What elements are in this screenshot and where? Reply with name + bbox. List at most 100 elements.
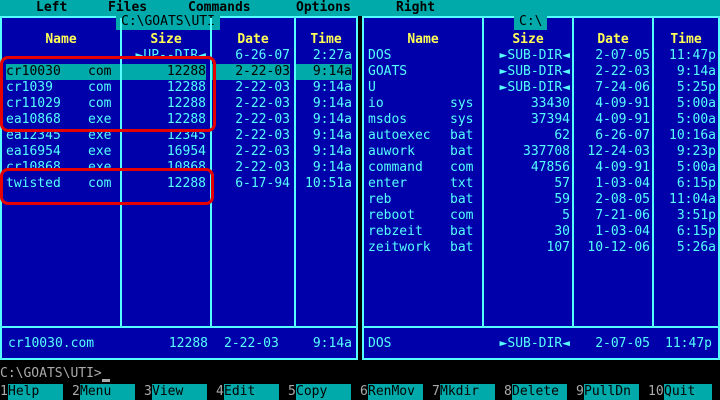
file-date: 2-22-03 xyxy=(595,64,650,79)
file-name: DOS xyxy=(368,48,392,63)
file-time: 5:00a xyxy=(676,96,716,111)
header-size[interactable]: Size xyxy=(122,32,210,48)
fkey-menu[interactable]: 2 Menu xyxy=(72,384,144,400)
file-row[interactable]: DOS ►SUB-DIR◄ 2-07-05 11:47p xyxy=(362,48,720,64)
fkey-mkdir[interactable]: 7 Mkdir xyxy=(432,384,504,400)
right-status-date: 2-07-05 xyxy=(595,336,650,351)
menu-left[interactable]: Left xyxy=(36,0,67,16)
command-line[interactable]: C:\GOATS\UTI> xyxy=(0,366,720,382)
file-time: 9:14a xyxy=(312,160,352,175)
file-time: 9:14a xyxy=(676,64,716,79)
menu-right[interactable]: Right xyxy=(396,0,435,16)
file-date: 2-22-03 xyxy=(235,80,290,95)
file-time: 9:14a xyxy=(312,80,352,95)
header-size[interactable]: Size xyxy=(484,32,572,48)
file-row[interactable]: GOATS ►SUB-DIR◄ 2-22-03 9:14a xyxy=(362,64,720,80)
fkey-pulldn[interactable]: 9 PullDn xyxy=(576,384,648,400)
right-status-name: DOS xyxy=(368,336,392,351)
file-date: 2-22-03 xyxy=(235,128,290,143)
file-row[interactable]: reb bat 59 2-08-05 11:04a xyxy=(362,192,720,208)
file-name: enter xyxy=(368,176,408,191)
file-row[interactable]: io sys 33430 4-09-91 5:00a xyxy=(362,96,720,112)
file-row[interactable]: command com 47856 4-09-91 5:00a xyxy=(362,160,720,176)
file-size: 47856 xyxy=(530,160,570,175)
file-extension: bat xyxy=(450,144,474,159)
file-date: 6-26-07 xyxy=(235,48,290,63)
file-name: command xyxy=(368,160,423,175)
file-row[interactable]: zeitwork bat 107 10-12-06 5:26a xyxy=(362,240,720,256)
file-name: reb xyxy=(368,192,392,207)
file-extension: exe xyxy=(88,144,112,159)
function-key-bar: 1 Help 2 Menu 3 View 4 Edit 5 Copy 6 RenMov 7 Mkdir 8 D… xyxy=(0,384,720,400)
file-name: msdos xyxy=(368,112,408,127)
file-date: 12-24-03 xyxy=(587,144,650,159)
file-row[interactable]: msdos sys 37394 4-09-91 5:00a xyxy=(362,112,720,128)
header-date[interactable]: Date xyxy=(574,32,652,48)
header-time[interactable]: Time xyxy=(296,32,356,48)
file-extension: txt xyxy=(450,176,474,191)
fkey-label: RenMov xyxy=(368,384,423,400)
menu-options[interactable]: Options xyxy=(296,0,351,16)
file-size: 62 xyxy=(554,128,570,143)
file-size: 57 xyxy=(554,176,570,191)
file-size: 37394 xyxy=(530,112,570,127)
file-size: ►SUB-DIR◄ xyxy=(499,80,570,95)
file-date: 2-22-03 xyxy=(235,96,290,111)
fkey-label: Help xyxy=(8,384,63,400)
file-time: 5:25p xyxy=(676,80,716,95)
right-status-time: 11:47p xyxy=(665,336,712,351)
file-row[interactable]: reboot com 5 7-21-06 3:51p xyxy=(362,208,720,224)
fkey-number: 4 xyxy=(216,384,224,400)
fkey-copy[interactable]: 5 Copy xyxy=(288,384,360,400)
left-status-time: 9:14a xyxy=(312,336,352,351)
file-extension xyxy=(450,48,482,64)
file-extension: bat xyxy=(450,224,474,239)
file-size: 59 xyxy=(554,192,570,207)
fkey-quit[interactable]: 10 Quit xyxy=(648,384,720,400)
file-row[interactable]: autoexec bat 62 6-26-07 10:16a xyxy=(362,128,720,144)
file-time: 9:14a xyxy=(312,112,352,127)
file-row[interactable]: ea16954 exe 16954 2-22-03 9:14a xyxy=(0,144,358,160)
fkey-label: View xyxy=(152,384,207,400)
fkey-number: 10 xyxy=(648,384,664,400)
right-status-size: ►SUB-DIR◄ xyxy=(499,336,570,351)
right-file-panel[interactable]: C:\ Name Size Date Time DOS ►SUB-DIR◄ 2-07… xyxy=(362,14,720,360)
file-size: 33430 xyxy=(530,96,570,111)
file-row[interactable]: U ►SUB-DIR◄ 7-24-06 5:25p xyxy=(362,80,720,96)
file-time: 9:14a xyxy=(312,128,352,143)
file-name: io xyxy=(368,96,384,111)
fkey-label: Menu xyxy=(80,384,135,400)
fkey-renmov[interactable]: 6 RenMov xyxy=(360,384,432,400)
file-extension: sys xyxy=(450,112,474,127)
file-date: 2-22-03 xyxy=(235,144,290,159)
file-extension: bat xyxy=(450,128,474,143)
status-divider xyxy=(2,326,356,328)
fkey-help[interactable]: 1 Help xyxy=(0,384,72,400)
file-date: 7-21-06 xyxy=(595,208,650,223)
fkey-number: 2 xyxy=(72,384,80,400)
file-row[interactable]: auwork bat 337708 12-24-03 9:23p xyxy=(362,144,720,160)
file-extension: sys xyxy=(450,96,474,111)
header-name[interactable]: Name xyxy=(364,32,482,48)
header-name[interactable]: Name xyxy=(2,32,120,48)
file-time: 10:51a xyxy=(305,176,352,191)
file-size: 16954 xyxy=(166,144,206,159)
file-size: ►SUB-DIR◄ xyxy=(499,64,570,79)
file-row[interactable]: enter txt 57 1-03-04 6:15p xyxy=(362,176,720,192)
file-row[interactable]: rebzeit bat 30 1-03-04 6:15p xyxy=(362,224,720,240)
file-size: 30 xyxy=(554,224,570,239)
fkey-number: 1 xyxy=(0,384,8,400)
file-name: GOATS xyxy=(368,64,408,79)
fkey-number: 5 xyxy=(288,384,296,400)
fkey-edit[interactable]: 4 Edit xyxy=(216,384,288,400)
file-name: autoexec xyxy=(368,128,431,143)
header-date[interactable]: Date xyxy=(212,32,294,48)
fkey-view[interactable]: 3 View xyxy=(144,384,216,400)
file-size: ►SUB-DIR◄ xyxy=(499,48,570,63)
annotation-highlight xyxy=(0,168,214,205)
fkey-delete[interactable]: 8 Delete xyxy=(504,384,576,400)
header-time[interactable]: Time xyxy=(654,32,718,48)
file-time: 2:27a xyxy=(312,48,352,63)
file-time: 9:23p xyxy=(676,144,716,159)
left-status-name: cr10030.com xyxy=(8,336,95,351)
